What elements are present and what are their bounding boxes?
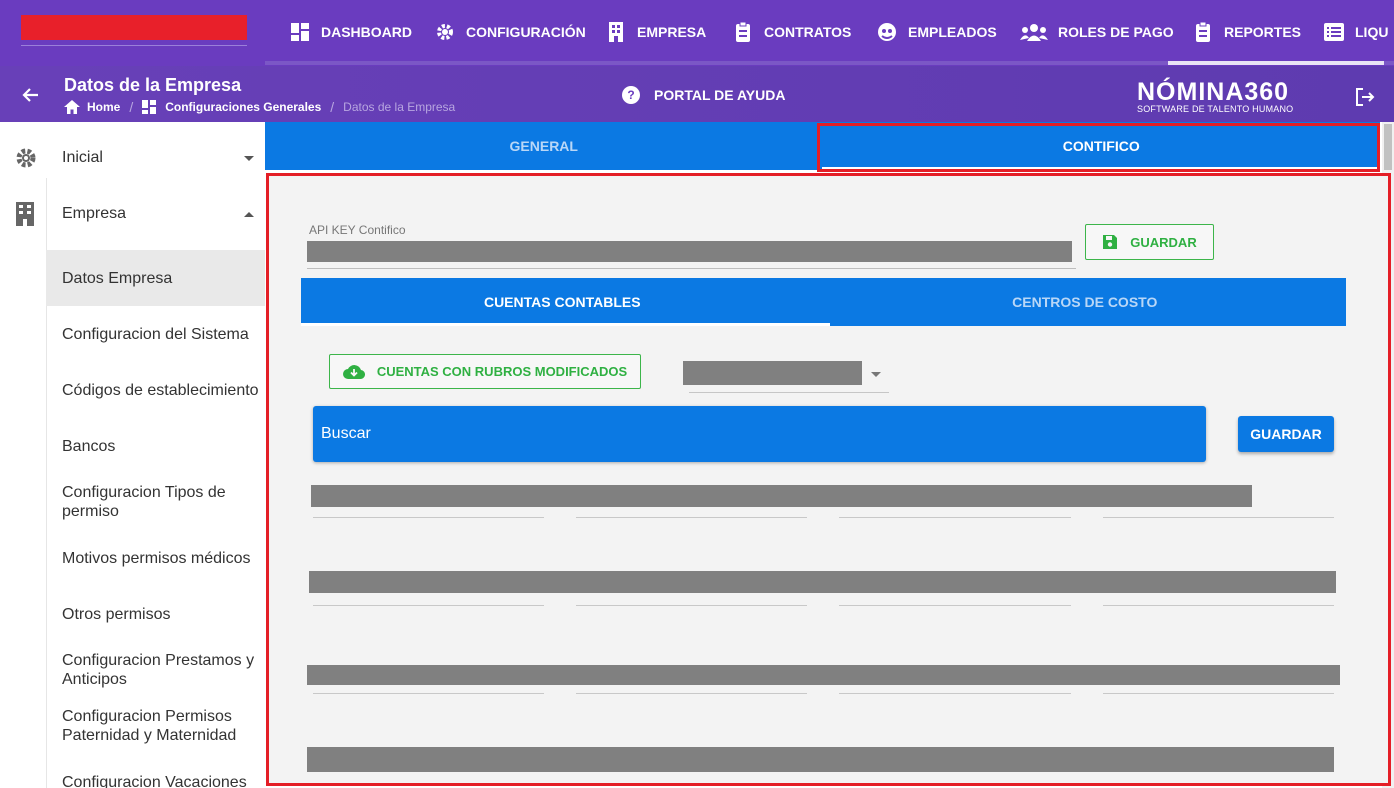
nav-configuracion[interactable]: CONFIGURACIÓN [434, 20, 586, 44]
dashboard-icon [142, 100, 158, 114]
building-icon [605, 21, 627, 43]
top-navbar: DASHBOARD CONFIGURACIÓN EMPRESA CONTRATO… [0, 0, 1394, 66]
sidebar-item-label: Bancos [62, 437, 116, 455]
report-icon [1192, 21, 1214, 43]
nav-label: ROLES DE PAGO [1058, 24, 1174, 40]
sidebar-item-configuracion-sistema[interactable]: Configuracion del Sistema [46, 306, 265, 362]
gear-icon [14, 146, 38, 170]
sidebar-item-label: Otros permisos [62, 605, 171, 623]
nav-roles-de-pago[interactable]: ROLES DE PAGO [1020, 20, 1174, 44]
sidebar-item-label: Configuracion del Sistema [62, 325, 249, 343]
gear-icon [434, 21, 456, 43]
sidebar-item-permisos-medicos[interactable]: Motivos permisos médicos [46, 530, 265, 586]
list-icon [1323, 21, 1345, 43]
brand-tagline: SOFTWARE DE TALENTO HUMANO [1137, 104, 1294, 114]
scrollbar-thumb[interactable] [1384, 124, 1392, 170]
nav-dashboard[interactable]: DASHBOARD [289, 20, 412, 44]
page-header: Datos de la Empresa Home / Configuracion… [0, 66, 1394, 122]
tab-general[interactable]: GENERAL [265, 122, 823, 170]
brand-logo: NÓMINA360 SOFTWARE DE TALENTO HUMANO [1137, 78, 1294, 115]
nav-reportes[interactable]: REPORTES [1192, 20, 1301, 44]
nav-label: CONTRATOS [764, 24, 852, 40]
sidebar-item-datos-empresa[interactable]: Datos Empresa [46, 250, 265, 306]
question-icon: ? [622, 86, 640, 104]
nav-label: DASHBOARD [321, 24, 412, 40]
nav-label: EMPLEADOS [908, 24, 997, 40]
logo-divider [21, 45, 247, 46]
breadcrumb-separator: / [330, 99, 335, 115]
sidebar-item-vacaciones[interactable]: Configuracion Vacaciones [46, 766, 265, 788]
nav-liquidaciones[interactable]: LIQU [1323, 20, 1388, 44]
logout-icon[interactable] [1354, 86, 1376, 108]
sidebar-item-permisos-paternidad[interactable]: Configuracion Permisos Paternidad y Mate… [46, 698, 265, 754]
nav-label: LIQU [1355, 24, 1389, 40]
nav-label: REPORTES [1224, 24, 1302, 40]
breadcrumb-home[interactable]: Home [87, 100, 120, 114]
sidebar-section-label: Inicial [62, 149, 103, 166]
sidebar-item-bancos[interactable]: Bancos [46, 418, 265, 474]
nav-label: CONFIGURACIÓN [466, 24, 586, 40]
home-icon [64, 100, 80, 114]
nav-contratos[interactable]: CONTRATOS [732, 20, 851, 44]
sidebar-item-label: Códigos de establecimiento [62, 381, 259, 399]
sidebar-item-tipos-permiso[interactable]: Configuracion Tipos de permiso [46, 474, 265, 530]
sidebar-item-label: Configuracion Prestamos y Anticipos [62, 652, 255, 688]
breadcrumb-config[interactable]: Configuraciones Generales [165, 100, 321, 114]
sidebar-item-label: Configuracion Tipos de permiso [62, 484, 226, 520]
sidebar-item-label: Datos Empresa [62, 269, 173, 287]
sidebar-item-prestamos-anticipos[interactable]: Configuracion Prestamos y Anticipos [46, 642, 265, 698]
breadcrumb-separator: / [129, 99, 134, 115]
nav-empleados[interactable]: EMPLEADOS [876, 20, 997, 44]
employees-icon [876, 21, 898, 43]
highlight-contifico-panel [266, 173, 1391, 786]
users-icon [1020, 21, 1048, 43]
sidebar-item-codigos-establecimiento[interactable]: Códigos de establecimiento [46, 362, 265, 418]
sidebar-item-otros-permisos[interactable]: Otros permisos [46, 586, 265, 642]
chevron-down-icon [244, 155, 254, 161]
brand-name: NÓMINA360 [1137, 78, 1290, 106]
sidebar-section-empresa[interactable]: Empresa [0, 186, 265, 242]
nav-empresa[interactable]: EMPRESA [605, 20, 706, 44]
clipboard-icon [732, 21, 754, 43]
sidebar-section-label: Empresa [62, 205, 127, 222]
sidebar: Inicial Empresa Datos Empresa Configurac… [0, 122, 265, 788]
breadcrumb: Home / Configuraciones Generales / Datos… [64, 99, 455, 115]
highlight-contifico-tab [817, 123, 1380, 172]
sidebar-item-label: Configuracion Vacaciones [62, 774, 247, 788]
company-logo[interactable] [21, 15, 247, 40]
chevron-up-icon [244, 211, 254, 217]
nav-active-indicator [1168, 61, 1384, 65]
breadcrumb-current: Datos de la Empresa [343, 100, 456, 114]
dashboard-icon [289, 21, 311, 43]
page-title: Datos de la Empresa [64, 75, 242, 95]
nav-label: EMPRESA [637, 24, 707, 40]
help-label: PORTAL DE AYUDA [654, 87, 786, 103]
sidebar-section-inicial[interactable]: Inicial [0, 130, 265, 186]
help-portal-link[interactable]: ? PORTAL DE AYUDA [622, 86, 785, 104]
sidebar-item-label: Configuracion Permisos Paternidad y Mate… [62, 708, 237, 744]
building-icon [14, 202, 38, 226]
back-arrow-icon[interactable] [20, 84, 42, 106]
sidebar-item-label: Motivos permisos médicos [62, 549, 251, 567]
